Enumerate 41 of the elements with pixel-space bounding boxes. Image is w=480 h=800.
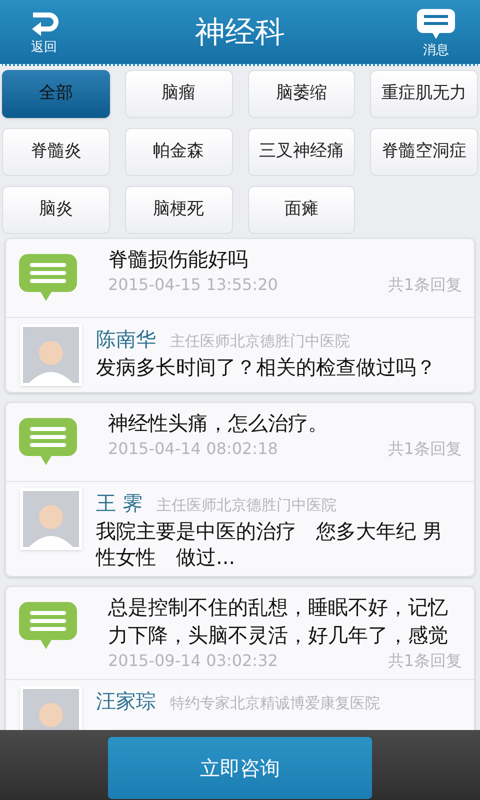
message-bubble-icon (18, 417, 78, 467)
question-text: 总是控制不住的乱想，睡眠不好，记忆力下降，头脑不灵活，好几年了，感觉 (108, 594, 449, 649)
photo-placeholder (23, 327, 79, 383)
category-tab[interactable]: 脑炎 (2, 186, 110, 234)
category-tab[interactable]: 脊髓空洞症 (370, 128, 478, 176)
message-bubble-icon (18, 253, 78, 303)
question-date: 2015-04-14 08:02:18 (108, 438, 278, 460)
doctor-title: 特约专家北京精诚博爱康复医院 (170, 693, 380, 714)
back-button[interactable]: 返回 (20, 10, 68, 54)
question-card[interactable]: 总是控制不住的乱想，睡眠不好，记忆力下降，头脑不灵活，好几年了，感觉 2015-09-14 03:02:32 共1条回复 汪家琮 特约专家北京精诚博爱康复医院 (5, 586, 475, 730)
doctor-name: 王 霁 (96, 490, 142, 517)
photo-placeholder (23, 491, 79, 547)
messages-button[interactable]: 消息 (412, 8, 460, 56)
doctor-title: 主任医师北京德胜门中医院 (170, 331, 350, 352)
question-text: 脊髓损伤能好吗 (108, 246, 249, 273)
reply-count: 共1条回复 (388, 650, 462, 672)
category-tab[interactable]: 脑梗死 (124, 186, 232, 234)
photo-placeholder (23, 689, 79, 730)
message-bubble-icon (18, 601, 78, 651)
category-tab[interactable]: 三叉神经痛 (248, 128, 356, 176)
category-tab[interactable]: 面瘫 (248, 186, 356, 234)
question-card[interactable]: 神经性头痛，怎么治疗。 2015-04-14 08:02:18 共1条回复 王 霁 主任医师北京德胜门中医院 我院主要是中医的治疗 您多大年纪 男性女性 做过... (5, 402, 475, 577)
doctor-name: 陈南华 (96, 326, 156, 353)
category-tab[interactable]: 脑萎缩 (248, 70, 356, 118)
doctor-reply: 我院主要是中医的治疗 您多大年纪 男性女性 做过... (96, 518, 444, 570)
question-card[interactable]: 脊髓损伤能好吗 2015-04-15 13:55:20 共1条回复 陈南华 主任医师北京德胜门中医院 发病多长时间了？相关的检查做过吗？ (5, 238, 475, 393)
category-tab[interactable]: 脑瘤 (124, 70, 232, 118)
reply-count: 共1条回复 (388, 438, 462, 460)
doctor-name: 汪家琮 (96, 688, 156, 715)
consult-button[interactable]: 立即咨询 (108, 737, 372, 799)
category-tab[interactable]: 重症肌无力 (370, 70, 478, 118)
question-date: 2015-04-15 13:55:20 (108, 274, 278, 296)
message-icon (416, 8, 456, 40)
page-title: 神经科 (195, 14, 285, 52)
reply-count: 共1条回复 (388, 274, 462, 296)
category-tab[interactable]: 脊髓炎 (2, 128, 110, 176)
doctor-reply: 发病多长时间了？相关的检查做过吗？ (96, 354, 437, 380)
question-text: 神经性头痛，怎么治疗。 (108, 410, 329, 437)
category-tab[interactable]: 帕金森 (124, 128, 232, 176)
doctor-title: 主任医师北京德胜门中医院 (156, 495, 336, 516)
question-date: 2015-09-14 03:02:32 (108, 650, 278, 672)
